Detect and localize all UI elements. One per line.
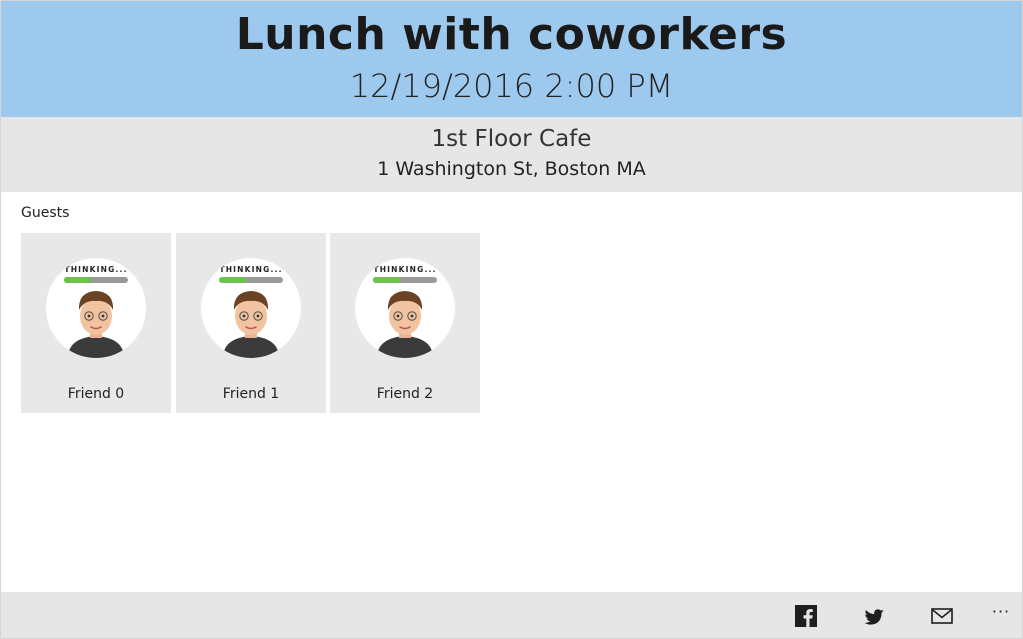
app-window: Lunch with coworkers 12/19/2016 2:00 PM … xyxy=(0,0,1023,639)
avatar-caption: THINKING... xyxy=(64,265,127,274)
app-bar: ··· xyxy=(1,592,1022,638)
guests-label: Guests xyxy=(21,205,70,221)
share-twitter-button[interactable] xyxy=(854,596,894,634)
guest-name: Friend 1 xyxy=(222,386,280,402)
bitmoji-avatar-icon: THINKING... xyxy=(219,265,283,358)
event-header: Lunch with coworkers 12/19/2016 2:00 PM xyxy=(1,1,1022,117)
avatar: THINKING... xyxy=(355,258,455,358)
twitter-icon xyxy=(864,609,884,625)
event-datetime: 12/19/2016 2:00 PM xyxy=(349,67,674,105)
share-facebook-button[interactable] xyxy=(786,596,826,634)
avatar: THINKING... xyxy=(46,258,146,358)
avatar-caption: THINKING... xyxy=(219,265,282,274)
mail-icon xyxy=(931,608,953,624)
location-panel: 1st Floor Cafe 1 Washington St, Boston M… xyxy=(1,117,1022,192)
bitmoji-avatar-icon: THINKING... xyxy=(64,265,128,358)
venue-name: 1st Floor Cafe xyxy=(431,126,592,152)
guest-card[interactable]: THINKING... Friend 2 xyxy=(330,233,480,413)
event-title: Lunch with coworkers xyxy=(235,9,788,60)
guest-card[interactable]: THINKING... Friend 1 xyxy=(176,233,326,413)
guest-name: Friend 0 xyxy=(67,386,125,402)
guest-name: Friend 2 xyxy=(376,386,434,402)
avatar: THINKING... xyxy=(201,258,301,358)
venue-address: 1 Washington St, Boston MA xyxy=(377,158,646,180)
share-email-button[interactable] xyxy=(922,596,962,634)
more-options-button[interactable]: ··· xyxy=(983,602,1019,626)
bitmoji-avatar-icon: THINKING... xyxy=(373,265,437,358)
facebook-icon xyxy=(795,605,817,627)
avatar-caption: THINKING... xyxy=(373,265,436,274)
guest-card[interactable]: THINKING... Friend 0 xyxy=(21,233,171,413)
